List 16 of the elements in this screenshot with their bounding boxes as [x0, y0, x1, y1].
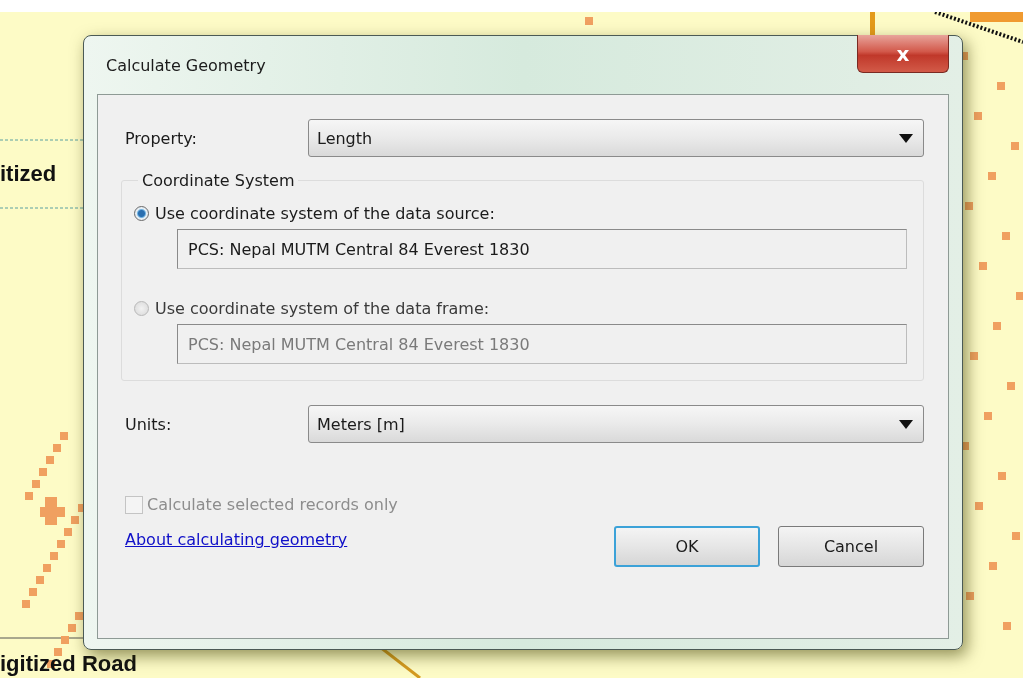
map-label: itized — [0, 163, 57, 185]
cancel-button[interactable]: Cancel — [778, 526, 924, 567]
close-button[interactable]: x — [857, 35, 949, 73]
help-link[interactable]: About calculating geometry — [125, 530, 348, 549]
window-title: Calculate Geometry — [106, 56, 266, 75]
field-label: Property: — [125, 128, 198, 148]
group-title: Coordinate System — [141, 171, 296, 190]
caret-icon — [899, 419, 913, 429]
radio-option[interactable]: Use coordinate system of the data source: — [134, 204, 907, 223]
field-label: Units: — [125, 414, 173, 434]
map-label: igitized Road — [0, 653, 137, 675]
ok-button[interactable]: OK — [614, 526, 760, 567]
text-field[interactable]: PCS: Nepal MUTM Central 84 Everest 1830 — [177, 229, 907, 269]
units-dropdown[interactable]: Meters [m] — [308, 405, 924, 443]
property-dropdown[interactable]: Length — [308, 119, 924, 157]
caret-icon — [899, 133, 913, 143]
